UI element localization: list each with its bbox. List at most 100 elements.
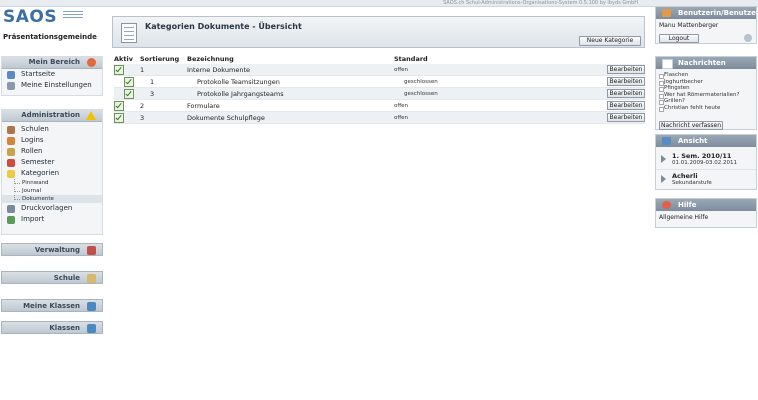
row-standard: offen — [394, 64, 594, 76]
row-name: Formulare — [187, 99, 394, 112]
row-sort: 1 — [140, 64, 187, 76]
schule-icon — [87, 274, 96, 283]
help-title: Hilfe — [678, 201, 697, 209]
view-icon — [662, 137, 671, 145]
import-icon — [7, 216, 15, 224]
version-text: SAOS.ch Schul-Administrations-Organisati… — [443, 0, 638, 6]
institution-name: Präsentationsgemeinde — [3, 33, 97, 41]
meine-klassen-icon — [87, 302, 96, 311]
sidebar-item-einstellungen[interactable]: Meine Einstellungen — [2, 80, 102, 91]
table-row: 3 Protokolle Jahrgangsteams geschlossen … — [114, 87, 645, 100]
envelope-icon — [662, 59, 673, 69]
sidebar-item-startseite[interactable]: Startseite — [2, 69, 102, 80]
compose-message-button[interactable]: Nachricht verfassen — [659, 121, 723, 130]
sidebar-item-rollen[interactable]: Rollen — [2, 146, 102, 157]
sidebar-item-label: Meine Einstellungen — [21, 81, 92, 89]
user-header: Benutzerin/Benutzer — [656, 7, 758, 19]
edit-button[interactable]: Bearbeiten — [607, 89, 645, 98]
sidebar-item-label: Druckvorlagen — [21, 204, 73, 212]
help-box: Hilfe Allgemeine Hilfe — [655, 198, 757, 228]
logo-text: SAOS — [3, 7, 58, 27]
home-icon — [7, 71, 15, 79]
sidebar-item-druckvorlagen[interactable]: Druckvorlagen — [2, 203, 102, 214]
column-aktiv: Aktiv — [114, 55, 133, 63]
active-checkbox[interactable] — [124, 88, 134, 99]
row-name: Protokolle Jahrgangsteams — [187, 87, 394, 100]
active-checkbox[interactable] — [114, 112, 124, 123]
person-icon — [87, 58, 96, 67]
sidebar-item-label: Semester — [21, 158, 55, 166]
table-row: 3 Dokumente Schulpflege offen Bearbeiten — [114, 111, 645, 124]
logout-button[interactable]: Logout — [659, 34, 699, 43]
warning-icon — [86, 111, 96, 120]
categories-table: Aktiv Sortierung Bezeichnung Standard 1 … — [114, 54, 645, 124]
sidebar-item-label: Logins — [21, 136, 44, 144]
sidebar-item-logins[interactable]: Logins — [2, 135, 102, 146]
calendar-icon — [7, 159, 15, 167]
edit-button[interactable]: Bearbeiten — [607, 77, 645, 86]
verwaltung-icon — [87, 246, 96, 255]
user-name: Manu Mattenberger — [659, 22, 719, 29]
active-checkbox[interactable] — [124, 76, 134, 87]
help-header: Hilfe — [656, 199, 756, 211]
page-header: Kategorien Dokumente - Übersicht Neue Ka… — [112, 16, 645, 48]
edit-button[interactable]: Bearbeiten — [607, 101, 645, 110]
users-icon — [7, 137, 15, 145]
verwaltung-section[interactable]: Verwaltung — [1, 243, 103, 256]
schule-title: Schule — [53, 274, 80, 282]
folder-icon — [7, 170, 15, 178]
help-link[interactable]: Allgemeine Hilfe — [656, 214, 756, 222]
column-standard: Standard — [394, 55, 428, 63]
sidebar-item-label: Schulen — [21, 125, 49, 133]
row-sort: 1 — [140, 75, 187, 88]
new-category-button[interactable]: Neue Kategorie — [579, 36, 641, 46]
logo[interactable]: SAOS Präsentationsgemeinde — [3, 7, 101, 45]
row-name: Interne Dokumente — [187, 64, 394, 76]
row-standard: geschlossen — [394, 87, 594, 100]
table-row: 1 Interne Dokumente offen Bearbeiten — [114, 64, 645, 76]
meine-klassen-section[interactable]: Meine Klassen — [1, 299, 103, 312]
school-icon — [7, 126, 15, 134]
sidebar-item-import[interactable]: Import — [2, 214, 102, 225]
klassen-icon — [87, 324, 96, 333]
klassen-title: Klassen — [49, 324, 80, 332]
row-sort: 2 — [140, 99, 187, 112]
klassen-section[interactable]: Klassen — [1, 321, 103, 334]
message-item[interactable]: Christian fehlt heute — [656, 105, 756, 111]
mein-bereich-header[interactable]: Mein Bereich — [2, 57, 102, 69]
view-title: Ansicht — [678, 137, 708, 145]
logo-lines — [63, 11, 83, 20]
sidebar-subitem-dokumente[interactable]: Dokumente — [2, 195, 102, 203]
administration-title: Administration — [21, 111, 80, 119]
key-icon[interactable] — [744, 34, 752, 42]
row-sort: 3 — [140, 87, 187, 100]
sidebar-item-kategorien[interactable]: Kategorien — [2, 168, 102, 179]
row-name: Dokumente Schulpflege — [187, 111, 394, 124]
print-icon — [7, 205, 15, 213]
column-action — [594, 54, 645, 64]
semester-dates: 01.01.2009-03.02.2011 — [672, 160, 737, 166]
school-selector[interactable]: Acherli Sekundarstufe — [656, 170, 756, 189]
sidebar-item-schulen[interactable]: Schulen — [2, 124, 102, 135]
meine-klassen-title: Meine Klassen — [23, 302, 80, 310]
edit-button[interactable]: Bearbeiten — [607, 113, 645, 122]
administration-box: Administration Schulen Logins Rollen Sem… — [1, 109, 103, 235]
school-level: Sekundarstufe — [672, 180, 712, 186]
active-checkbox[interactable] — [114, 64, 124, 75]
schule-section[interactable]: Schule — [1, 271, 103, 284]
view-box: Ansicht 1. Sem. 2010/11 01.01.2009-03.02… — [655, 134, 757, 190]
active-checkbox[interactable] — [114, 100, 124, 111]
sidebar-item-semester[interactable]: Semester — [2, 157, 102, 168]
administration-header[interactable]: Administration — [2, 110, 102, 122]
sidebar-subitem-pinnwand[interactable]: Pinnwand — [2, 179, 102, 187]
school-label: Acherli — [672, 172, 698, 180]
left-sidebar: SAOS Präsentationsgemeinde Mein Bereich … — [0, 0, 104, 400]
sidebar-subitem-journal[interactable]: Journal — [2, 187, 102, 195]
semester-selector[interactable]: 1. Sem. 2010/11 01.01.2009-03.02.2011 — [656, 150, 756, 170]
settings-icon — [7, 82, 15, 90]
messages-box: Nachrichten Flaschen Joghurtbecher Pfing… — [655, 56, 757, 130]
edit-button[interactable]: Bearbeiten — [607, 65, 645, 74]
document-icon — [121, 23, 137, 43]
row-sort: 3 — [140, 111, 187, 124]
user-title: Benutzerin/Benutzer — [678, 9, 758, 17]
